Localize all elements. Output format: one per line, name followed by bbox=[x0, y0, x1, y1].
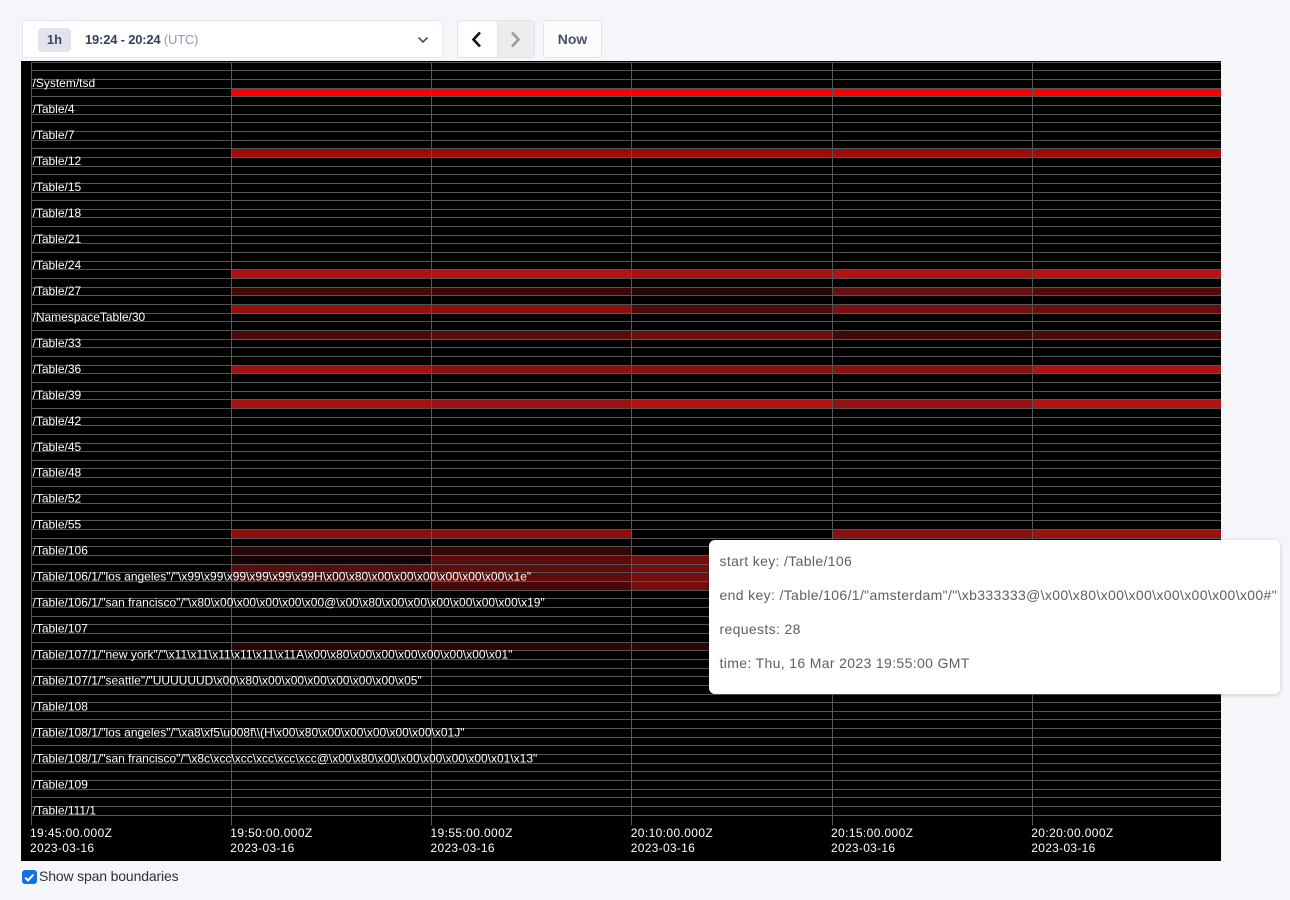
svg-text:20:15:00.000Z: 20:15:00.000Z bbox=[831, 826, 913, 840]
svg-text:19:55:00.000Z: 19:55:00.000Z bbox=[431, 826, 513, 840]
svg-text:/Table/107/1/"seattle"/"UUUUUU: /Table/107/1/"seattle"/"UUUUUUD\x00\x80\… bbox=[33, 673, 422, 687]
svg-text:19:45:00.000Z: 19:45:00.000Z bbox=[30, 826, 112, 840]
svg-text:/Table/111/1: /Table/111/1 bbox=[33, 803, 97, 817]
svg-text:19:50:00.000Z: 19:50:00.000Z bbox=[230, 826, 312, 840]
svg-text:/Table/39: /Table/39 bbox=[33, 388, 82, 402]
svg-text:/NamespaceTable/30: /NamespaceTable/30 bbox=[33, 310, 146, 324]
svg-text:/Table/36: /Table/36 bbox=[33, 362, 82, 376]
svg-text:20:20:00.000Z: 20:20:00.000Z bbox=[1031, 826, 1113, 840]
svg-text:/Table/15: /Table/15 bbox=[33, 180, 82, 194]
svg-text:2023-03-16: 2023-03-16 bbox=[431, 841, 495, 855]
svg-text:/Table/7: /Table/7 bbox=[33, 128, 75, 142]
svg-text:/Table/12: /Table/12 bbox=[33, 154, 82, 168]
svg-text:/Table/106/1/"san francisco"/": /Table/106/1/"san francisco"/"\x80\x00\x… bbox=[33, 596, 545, 610]
svg-text:2023-03-16: 2023-03-16 bbox=[831, 841, 895, 855]
svg-text:/Table/18: /Table/18 bbox=[33, 206, 82, 220]
svg-text:/Table/24: /Table/24 bbox=[33, 258, 82, 272]
svg-text:/Table/33: /Table/33 bbox=[33, 336, 82, 350]
svg-text:/Table/108: /Table/108 bbox=[33, 699, 89, 713]
svg-text:/Table/42: /Table/42 bbox=[33, 414, 82, 428]
svg-text:/Table/45: /Table/45 bbox=[33, 440, 82, 454]
svg-text:/System/tsd: /System/tsd bbox=[33, 76, 96, 90]
svg-text:/Table/107/1/"new york"/"\x11\: /Table/107/1/"new york"/"\x11\x11\x11\x1… bbox=[33, 647, 513, 661]
svg-text:/Table/55: /Table/55 bbox=[33, 518, 82, 532]
svg-text:/Table/52: /Table/52 bbox=[33, 492, 82, 506]
svg-text:/Table/106/1/"los angeles"/"\x: /Table/106/1/"los angeles"/"\x99\x99\x99… bbox=[33, 570, 532, 584]
svg-text:/Table/109: /Table/109 bbox=[33, 777, 89, 791]
svg-text:2023-03-16: 2023-03-16 bbox=[230, 841, 294, 855]
svg-text:/Table/48: /Table/48 bbox=[33, 466, 82, 480]
svg-text:2023-03-16: 2023-03-16 bbox=[1031, 841, 1095, 855]
svg-text:/Table/4: /Table/4 bbox=[33, 102, 75, 116]
svg-text:20:10:00.000Z: 20:10:00.000Z bbox=[631, 826, 713, 840]
svg-text:2023-03-16: 2023-03-16 bbox=[30, 841, 94, 855]
svg-text:/Table/106: /Table/106 bbox=[33, 544, 89, 558]
svg-text:/Table/27: /Table/27 bbox=[33, 284, 82, 298]
svg-text:/Table/107: /Table/107 bbox=[33, 622, 89, 636]
svg-text:/Table/108/1/"los angeles"/"\x: /Table/108/1/"los angeles"/"\xa8\xf5\u00… bbox=[33, 725, 465, 739]
svg-text:2023-03-16: 2023-03-16 bbox=[631, 841, 695, 855]
svg-text:/Table/108/1/"san francisco"/": /Table/108/1/"san francisco"/"\x8c\xcc\x… bbox=[33, 751, 538, 765]
svg-text:/Table/21: /Table/21 bbox=[33, 232, 82, 246]
